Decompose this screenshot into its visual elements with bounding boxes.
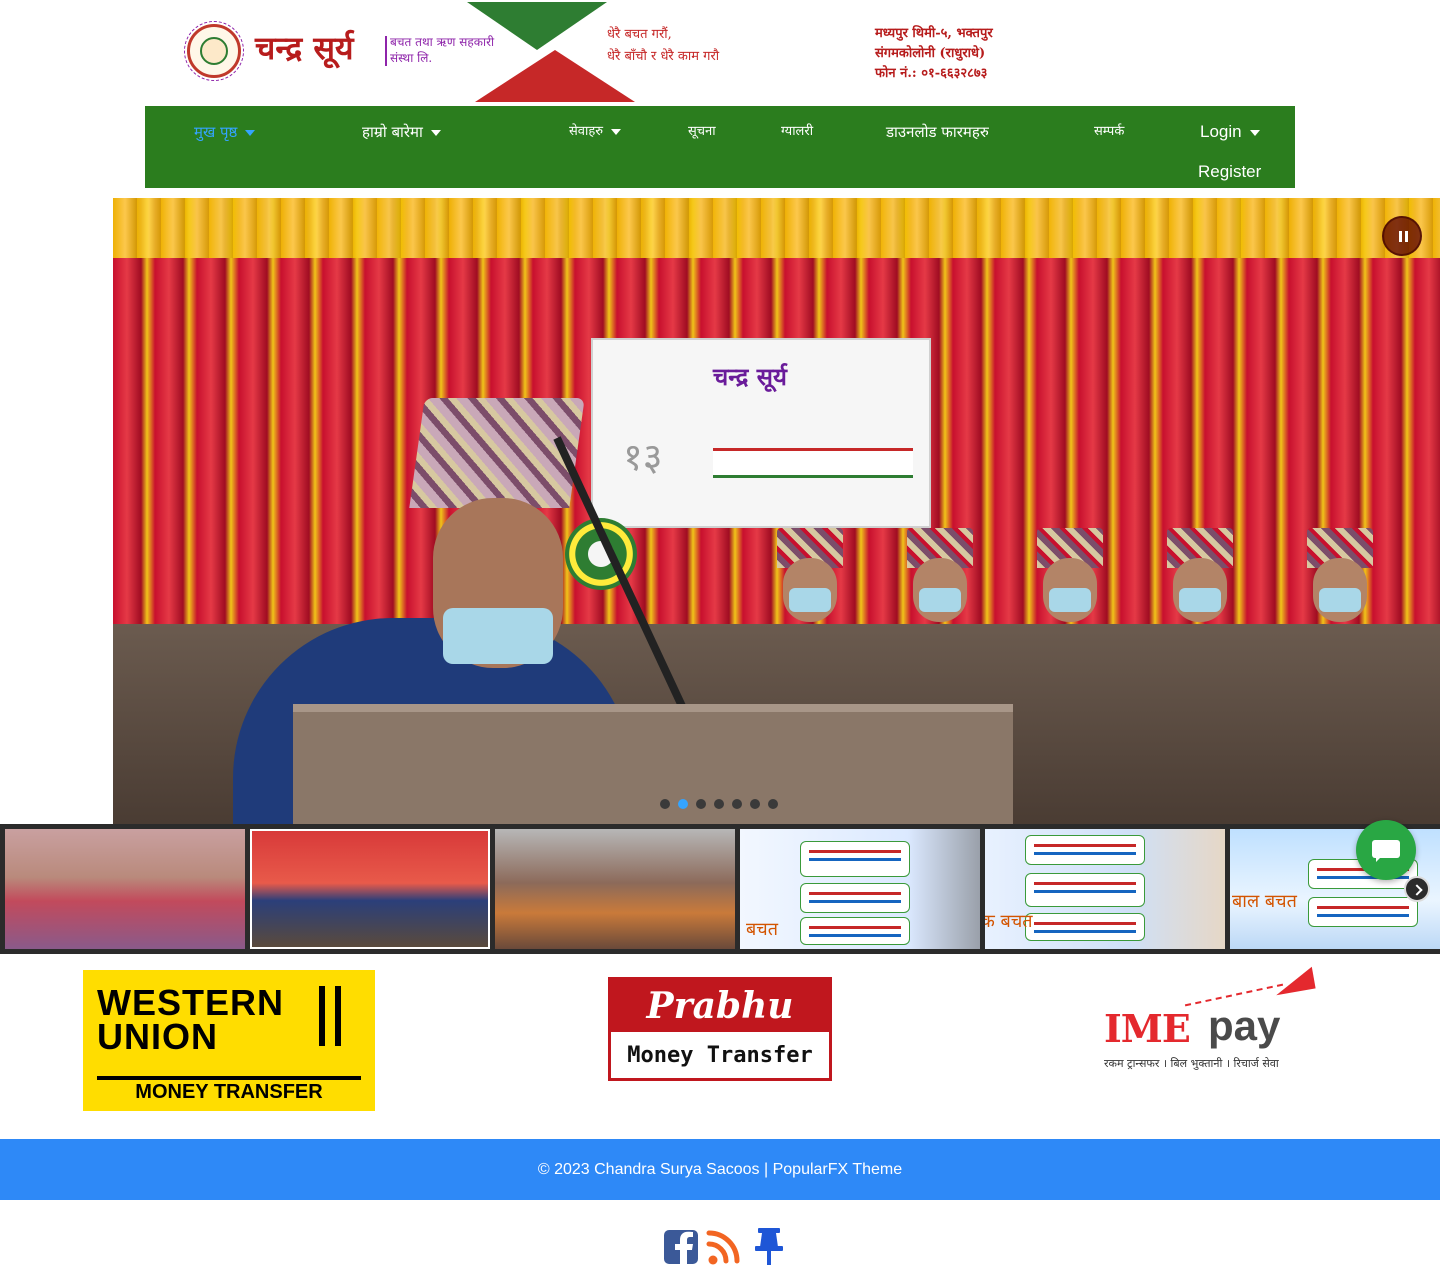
copyright-text: © 2023 Chandra Surya Sacoos (537, 1161, 760, 1178)
footer-copyright: © 2023 Chandra Surya Sacoos | PopularFX … (0, 1139, 1440, 1200)
slogan-line-1: धेरै बचत गरौं, (607, 27, 672, 42)
event-banner-strip (713, 448, 913, 478)
facebook-icon[interactable] (662, 1226, 700, 1266)
thumbnail-caption: बाल बचत (1232, 891, 1297, 912)
thumbnail-strip: बचत क बचत बाल बचत (0, 824, 1440, 954)
event-banner: चन्द्र सूर्य १३ (591, 338, 931, 528)
social-links (662, 1226, 788, 1270)
theme-link[interactable]: PopularFX Theme (773, 1161, 903, 1178)
nav-item-label: मुख पृष्ठ (194, 123, 238, 141)
footer-bar: © 2023 Chandra Surya Sacoos | PopularFX … (0, 1139, 1440, 1200)
thumbnail[interactable]: बचत (740, 829, 980, 949)
nav-item-contact[interactable]: सम्पर्क (1094, 114, 1124, 150)
slogan: धेरै बचत गरौं, धेरै बाँचौ र धेरै काम गरौ (607, 24, 777, 68)
rss-icon[interactable] (706, 1226, 744, 1266)
chevron-down-icon (245, 129, 256, 136)
thumbnail[interactable] (495, 829, 735, 949)
slider-dot[interactable] (660, 799, 670, 809)
nav-item-login[interactable]: Login (1200, 114, 1260, 150)
slider-dot[interactable] (696, 799, 706, 809)
chevron-down-icon (611, 128, 622, 135)
thumbnail-caption: बचत (746, 919, 778, 940)
western-union-logo[interactable]: WESTERN UNION MONEY TRANSFER (83, 970, 375, 1111)
phone-line: फोन नं.: ०१-६६३२८७३ (875, 66, 988, 81)
nav-item-label: Login (1200, 122, 1242, 141)
western-union-bars (319, 986, 341, 1046)
nav-item-notice[interactable]: सूचना (688, 114, 716, 150)
western-union-tagline: MONEY TRANSFER (97, 1076, 361, 1103)
face-mask (443, 608, 553, 664)
nav-item-downloads[interactable]: डाउनलोड फारमहरु (886, 114, 989, 150)
brand-name: चन्द्र सूर्य (255, 29, 354, 67)
slogan-line-2: धेरै बाँचौ र धेरै काम गरौ (607, 49, 720, 64)
main-navigation: मुख पृष्ठ हाम्रो बारेमा सेवाहरु सूचना ग्… (145, 106, 1295, 188)
nav-item-services[interactable]: सेवाहरु (569, 114, 622, 150)
nav-item-label: सम्पर्क (1094, 124, 1125, 139)
guest-figure (1013, 518, 1123, 778)
pause-icon[interactable] (1382, 216, 1422, 256)
thumbnail[interactable] (5, 829, 245, 949)
nav-item-about[interactable]: हाम्रो बारेमा (362, 114, 441, 150)
nav-item-label: डाउनलोड फारमहरु (886, 123, 989, 141)
chevron-down-icon (1249, 129, 1260, 136)
hero-slider[interactable]: चन्द्र सूर्य १३ (113, 198, 1440, 824)
cooperative-logo[interactable] (184, 21, 244, 81)
chevron-down-icon (430, 129, 441, 136)
nav-item-label: हाम्रो बारेमा (362, 123, 423, 141)
green-triangle-decoration (467, 2, 607, 50)
header-banner: चन्द्र सूर्य बचत तथा ऋण सहकारी संस्था लि… (145, 0, 1049, 104)
event-banner-title: चन्द्र सूर्य (713, 362, 787, 391)
slider-dot[interactable] (768, 799, 778, 809)
chevron-right-icon[interactable] (1404, 876, 1430, 902)
guest-figure (1283, 518, 1393, 778)
thumbnail-active[interactable] (250, 829, 490, 949)
chat-button[interactable] (1356, 820, 1416, 880)
brand-divider (385, 36, 387, 66)
prabhu-money-transfer-logo[interactable]: Prabhu Money Transfer (608, 977, 832, 1081)
nav-item-label: ग्यालरी (781, 124, 814, 139)
imepay-tagline: रकम ट्रान्सफर । बिल भुक्तानी । रिचार्ज स… (1104, 1057, 1279, 1070)
imepay-logo[interactable]: IME pay रकम ट्रान्सफर । बिल भुक्तानी । र… (1104, 966, 1318, 1076)
thumbnail-caption: क बचत (985, 911, 1033, 932)
prabhu-tagline: Money Transfer (627, 1043, 813, 1068)
slider-pagination (660, 799, 778, 811)
slider-dot[interactable] (714, 799, 724, 809)
imepay-pay-wordmark: pay (1208, 1002, 1281, 1049)
chat-icon (1372, 840, 1400, 862)
slider-dot-active[interactable] (678, 799, 688, 809)
nav-item-home[interactable]: मुख पृष्ठ (194, 114, 256, 150)
event-banner-number: १३ (623, 435, 663, 479)
podium-table (293, 704, 1013, 824)
nav-item-gallery[interactable]: ग्यालरी (781, 114, 813, 150)
thumbnail[interactable]: क बचत (985, 829, 1225, 949)
pin-icon[interactable] (750, 1226, 788, 1266)
paper-plane-icon (1272, 966, 1316, 996)
speaker-cap (409, 398, 585, 508)
nav-item-label: सेवाहरु (569, 124, 604, 139)
prabhu-wordmark: Prabhu (611, 980, 829, 1032)
slider-dot[interactable] (732, 799, 742, 809)
guest-figure (1143, 518, 1253, 778)
footer-separator: | (759, 1161, 773, 1178)
nav-item-register[interactable]: Register (1198, 154, 1261, 190)
address-block: मध्यपुर थिमी-५, भक्तपुर संगमकोलोनी (राधु… (875, 24, 1055, 84)
western-union-line-2: UNION (97, 1016, 218, 1057)
address-line-1: मध्यपुर थिमी-५, भक्तपुर (875, 26, 993, 41)
slider-dot[interactable] (750, 799, 760, 809)
nav-item-label: सूचना (688, 124, 716, 139)
address-line-2: संगमकोलोनी (राधुराधे) (875, 46, 986, 61)
imepay-ime-wordmark: IME (1104, 1006, 1191, 1051)
